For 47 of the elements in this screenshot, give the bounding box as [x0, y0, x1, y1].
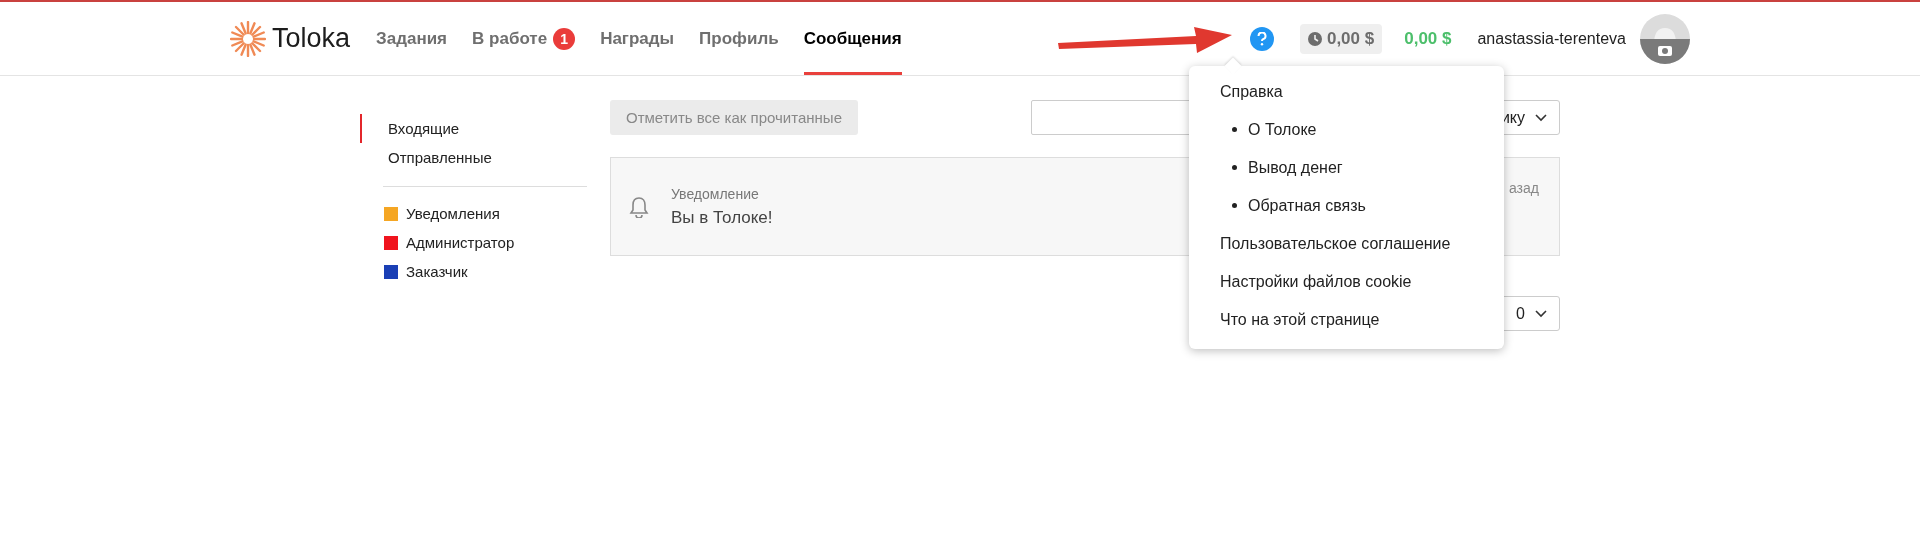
folder-link[interactable]: Входящие — [360, 114, 587, 143]
category-link[interactable]: Администратор — [360, 228, 587, 257]
category-link[interactable]: Уведомления — [360, 199, 587, 228]
bullet-icon — [1232, 203, 1237, 208]
help-menu-item[interactable]: Справка — [1220, 82, 1283, 101]
nav-tab[interactable]: В работе 1 — [472, 2, 576, 75]
sunburst-logo-icon — [230, 20, 266, 57]
nav-tab[interactable]: Задания — [376, 2, 448, 75]
message-category: Уведомление — [671, 185, 759, 202]
help-menu-item-label: Обратная связь — [1248, 196, 1366, 215]
pending-amount: 0,00 $ — [1326, 28, 1375, 49]
help-menu-item-label: Вывод денег — [1248, 158, 1343, 177]
count-badge: 1 — [553, 27, 576, 50]
bell-icon — [629, 195, 649, 218]
help-menu-item[interactable]: Пользовательское соглашение — [1220, 234, 1451, 253]
message-title: Вы в Толоке! — [671, 207, 773, 228]
help-menu-item[interactable]: Настройки файлов cookie — [1220, 272, 1412, 291]
folder-link[interactable]: Отправленные — [360, 143, 587, 172]
avatar-icon[interactable] — [1640, 13, 1690, 64]
nav-tab-label: Награды — [600, 28, 675, 49]
bullet-icon — [1232, 165, 1237, 170]
help-menu-item[interactable]: О Толоке — [1220, 120, 1317, 139]
nav-tab-label: В работе — [472, 28, 548, 49]
help-menu-item[interactable]: Обратная связь — [1220, 196, 1366, 215]
help-menu-item[interactable]: Вывод денег — [1220, 158, 1343, 177]
nav-tab[interactable]: Награды — [600, 2, 675, 75]
available-balance: 0,00 $ — [1404, 28, 1452, 49]
nav-tab-label: Профиль — [699, 28, 779, 49]
category-label: Уведомления — [406, 205, 500, 222]
user-name[interactable]: anastassia-terenteva — [1477, 29, 1626, 48]
nav-tab-label: Задания — [376, 28, 448, 49]
help-button[interactable] — [1249, 26, 1274, 51]
category-link[interactable]: Заказчик — [360, 257, 587, 286]
clock-icon — [1307, 31, 1322, 46]
logo-text: Toloka — [272, 23, 351, 54]
help-menu-item[interactable]: Что на этой странице — [1220, 310, 1380, 329]
category-label: Администратор — [406, 234, 515, 251]
category-label: Заказчик — [406, 263, 468, 280]
help-menu-item-label: О Толоке — [1248, 120, 1317, 139]
nav-tab[interactable]: Сообщения — [803, 2, 902, 75]
chevron-down-icon — [1535, 113, 1547, 122]
question-icon — [1256, 31, 1267, 46]
nav-tab[interactable]: Профиль — [699, 2, 779, 75]
message-time: азад — [1509, 180, 1539, 196]
nav-tab-label: Сообщения — [803, 28, 902, 49]
bullet-icon — [1232, 127, 1237, 132]
chevron-down-icon — [1535, 309, 1547, 318]
